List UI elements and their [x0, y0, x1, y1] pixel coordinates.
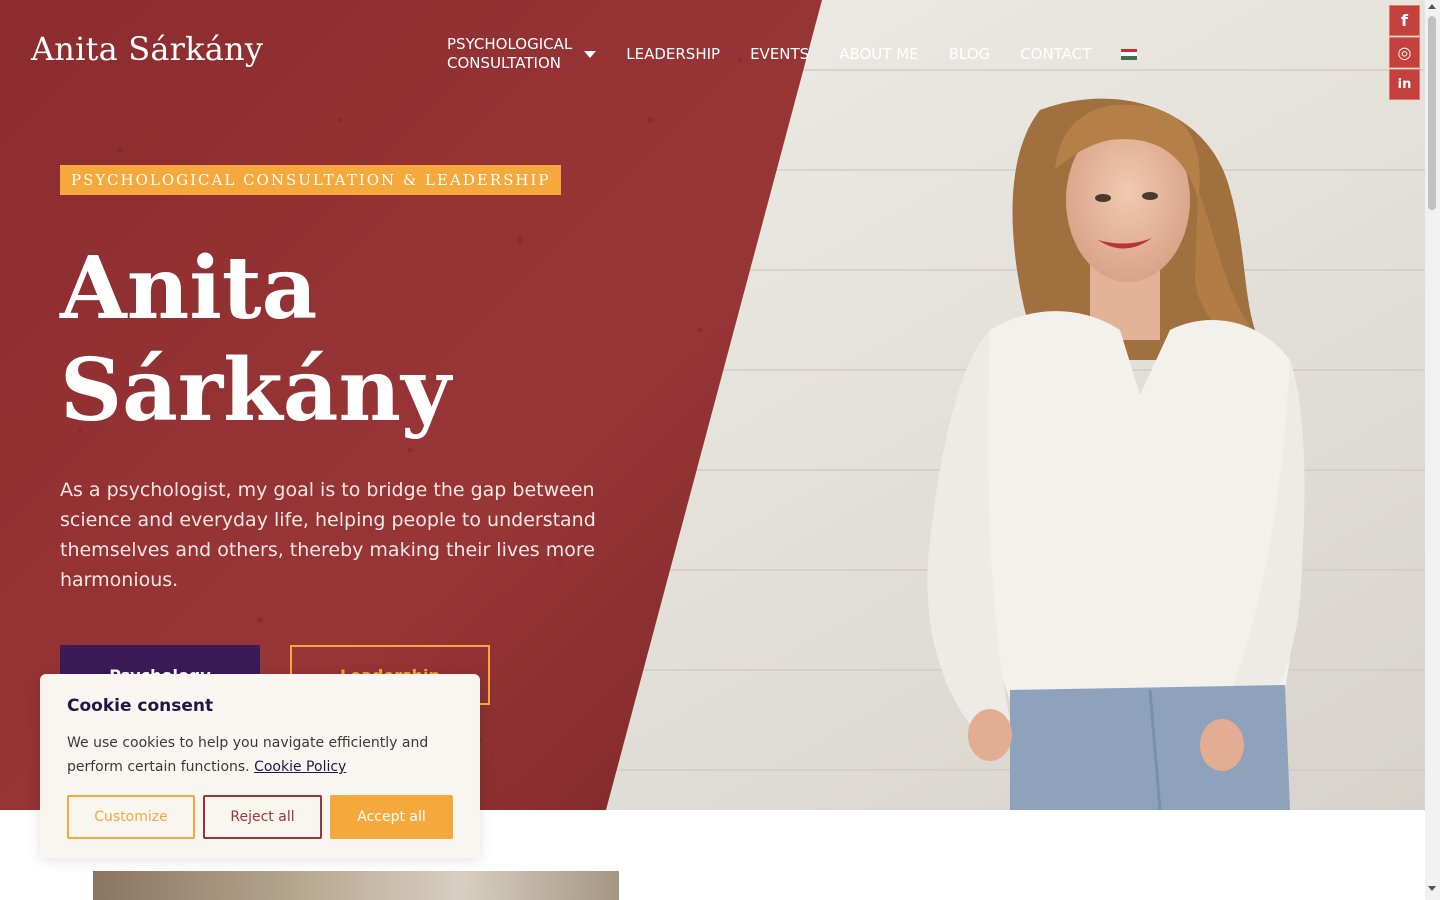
- hungary-flag-icon[interactable]: [1121, 48, 1138, 60]
- nav-item-psychological-consultation[interactable]: PSYCHOLOGICAL CONSULTATION: [447, 35, 597, 73]
- nav-item-contact[interactable]: CONTACT: [1020, 45, 1091, 64]
- page-scrollbar[interactable]: [1425, 0, 1440, 900]
- hero-lead-text: As a psychologist, my goal is to bridge …: [60, 479, 596, 591]
- nav-label-line2: CONSULTATION: [447, 54, 562, 72]
- main-nav: PSYCHOLOGICAL CONSULTATION LEADERSHIP EV…: [447, 0, 1138, 108]
- customize-button[interactable]: Customize: [67, 795, 195, 839]
- hero-title-line1: Anita: [60, 238, 318, 339]
- scroll-down-icon[interactable]: [1428, 886, 1436, 891]
- nav-item-leadership[interactable]: LEADERSHIP: [626, 45, 720, 64]
- nav-item-about-me[interactable]: ABOUT ME: [839, 45, 918, 64]
- hero-title-line2: Sárkány: [60, 340, 451, 441]
- cookie-body: We use cookies to help you navigate effi…: [67, 735, 429, 775]
- cookie-policy-link[interactable]: Cookie Policy: [254, 759, 346, 775]
- cookie-actions: Customize Reject all Accept all: [67, 795, 453, 839]
- cookie-title: Cookie consent: [67, 696, 214, 716]
- social-links: f ◎ in: [1389, 5, 1420, 100]
- site-logo[interactable]: Anita Sárkány: [31, 30, 263, 68]
- cookie-consent-dialog: Cookie consent We use cookies to help yo…: [40, 674, 480, 858]
- linkedin-icon[interactable]: in: [1389, 69, 1420, 100]
- facebook-icon[interactable]: f: [1389, 5, 1420, 36]
- chevron-down-icon[interactable]: [584, 50, 597, 58]
- accept-all-button[interactable]: Accept all: [330, 795, 453, 839]
- scroll-up-icon[interactable]: [1428, 4, 1436, 9]
- section-image: [93, 871, 619, 900]
- cookie-text: We use cookies to help you navigate effi…: [67, 731, 453, 779]
- scrollbar-thumb[interactable]: [1428, 16, 1436, 210]
- nav-item-events[interactable]: EVENTS: [750, 45, 809, 64]
- nav-label-line1: PSYCHOLOGICAL: [447, 35, 573, 53]
- hero-badge: PSYCHOLOGICAL CONSULTATION & LEADERSHIP: [60, 165, 562, 195]
- hero-title: Anita Sárkány: [60, 238, 451, 442]
- instagram-icon[interactable]: ◎: [1389, 37, 1420, 68]
- reject-all-button[interactable]: Reject all: [203, 795, 322, 839]
- nav-item-blog[interactable]: BLOG: [949, 45, 991, 64]
